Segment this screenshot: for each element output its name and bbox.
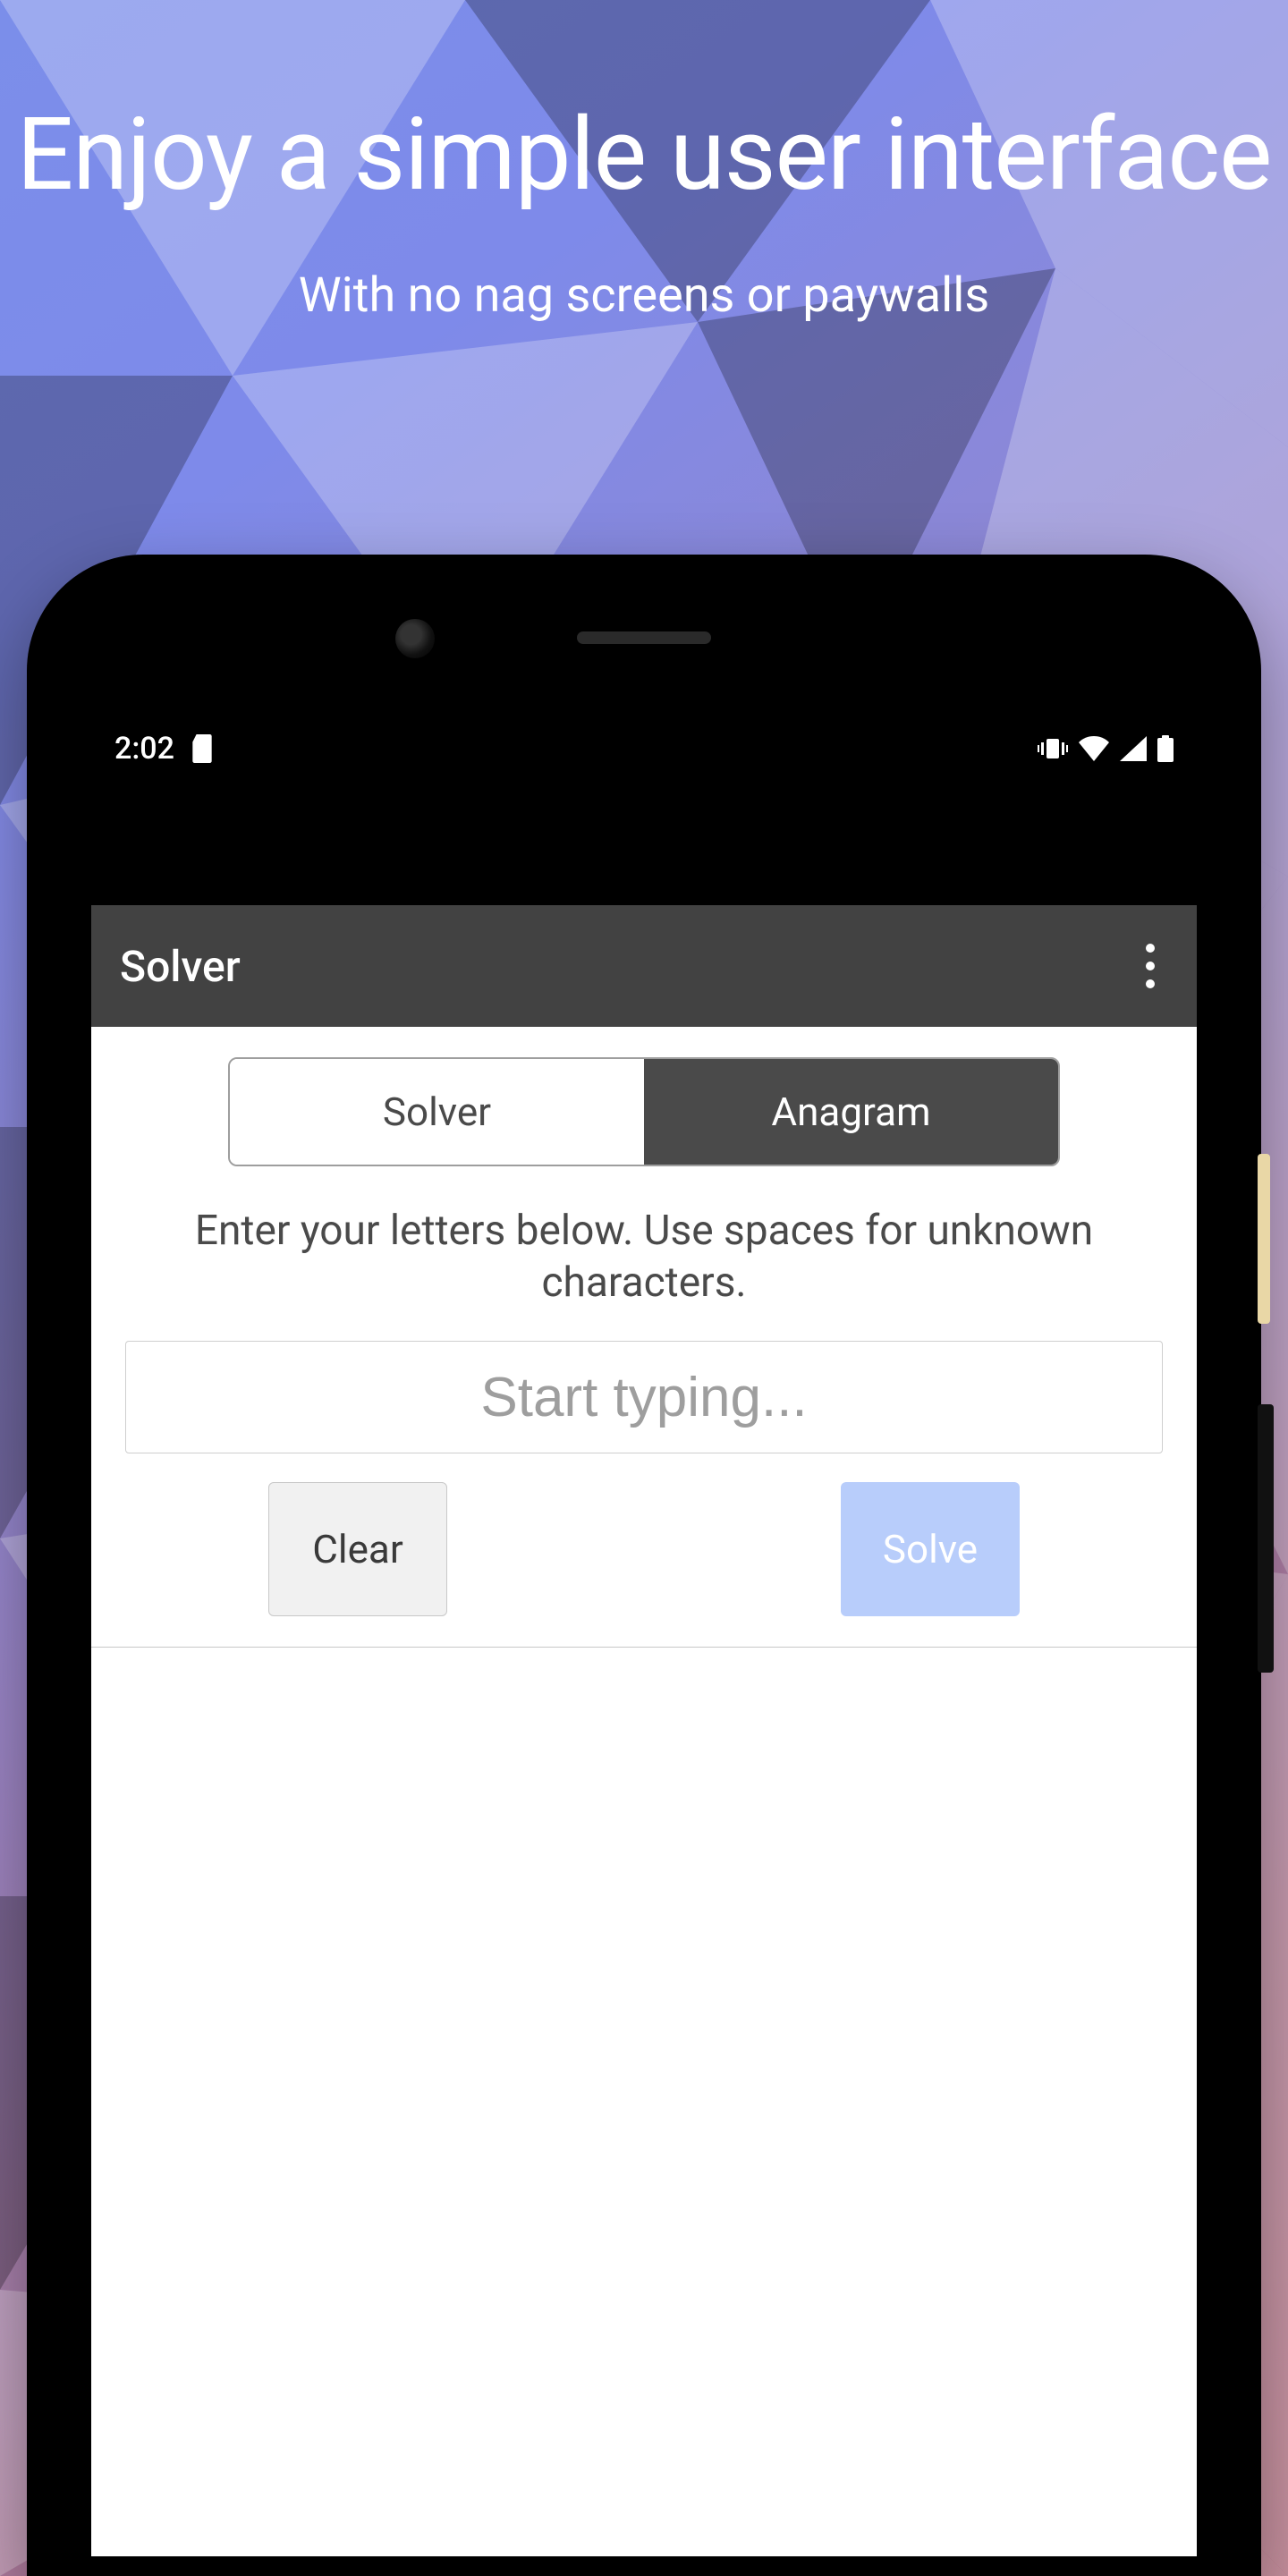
battery-icon <box>1157 735 1174 762</box>
phone-earpiece <box>577 631 711 644</box>
app-bar: Solver <box>91 905 1197 1027</box>
button-row: Clear Solve <box>125 1482 1163 1616</box>
instruction-text: Enter your letters below. Use spaces for… <box>152 1206 1136 1309</box>
wifi-icon <box>1079 736 1109 761</box>
phone-side-button <box>1258 1404 1274 1673</box>
overflow-menu-button[interactable] <box>1132 930 1168 1002</box>
hero-subtitle: With no nag screens or paywalls <box>0 267 1288 324</box>
clear-button[interactable]: Clear <box>268 1482 447 1616</box>
phone-screen: 2:02 Solver <box>91 708 1197 2556</box>
status-time: 2:02 <box>114 731 174 767</box>
mode-toggle: Solver Anagram <box>228 1057 1060 1166</box>
solve-button[interactable]: Solve <box>841 1482 1020 1616</box>
tab-label: Solver <box>383 1089 491 1135</box>
tab-solver[interactable]: Solver <box>230 1059 644 1165</box>
tab-label: Anagram <box>771 1089 930 1135</box>
tab-anagram[interactable]: Anagram <box>644 1059 1058 1165</box>
button-label: Solve <box>883 1526 978 1572</box>
cell-signal-icon <box>1120 736 1147 761</box>
app-spacer <box>91 789 1197 905</box>
phone-side-button <box>1258 1154 1270 1324</box>
button-label: Clear <box>312 1526 403 1572</box>
hero: Enjoy a simple user interface With no na… <box>0 98 1288 324</box>
divider <box>91 1647 1197 1648</box>
phone-front-camera <box>395 619 435 658</box>
app-title: Solver <box>120 941 241 992</box>
phone-mockup: 2:02 Solver <box>27 555 1261 2576</box>
app-body: Solver Anagram Enter your letters below.… <box>91 1027 1197 2556</box>
sd-card-icon <box>191 734 214 763</box>
hero-title: Enjoy a simple user interface <box>0 98 1288 214</box>
letters-input[interactable] <box>125 1341 1163 1453</box>
status-bar: 2:02 <box>91 708 1197 789</box>
vibrate-icon <box>1038 737 1068 760</box>
